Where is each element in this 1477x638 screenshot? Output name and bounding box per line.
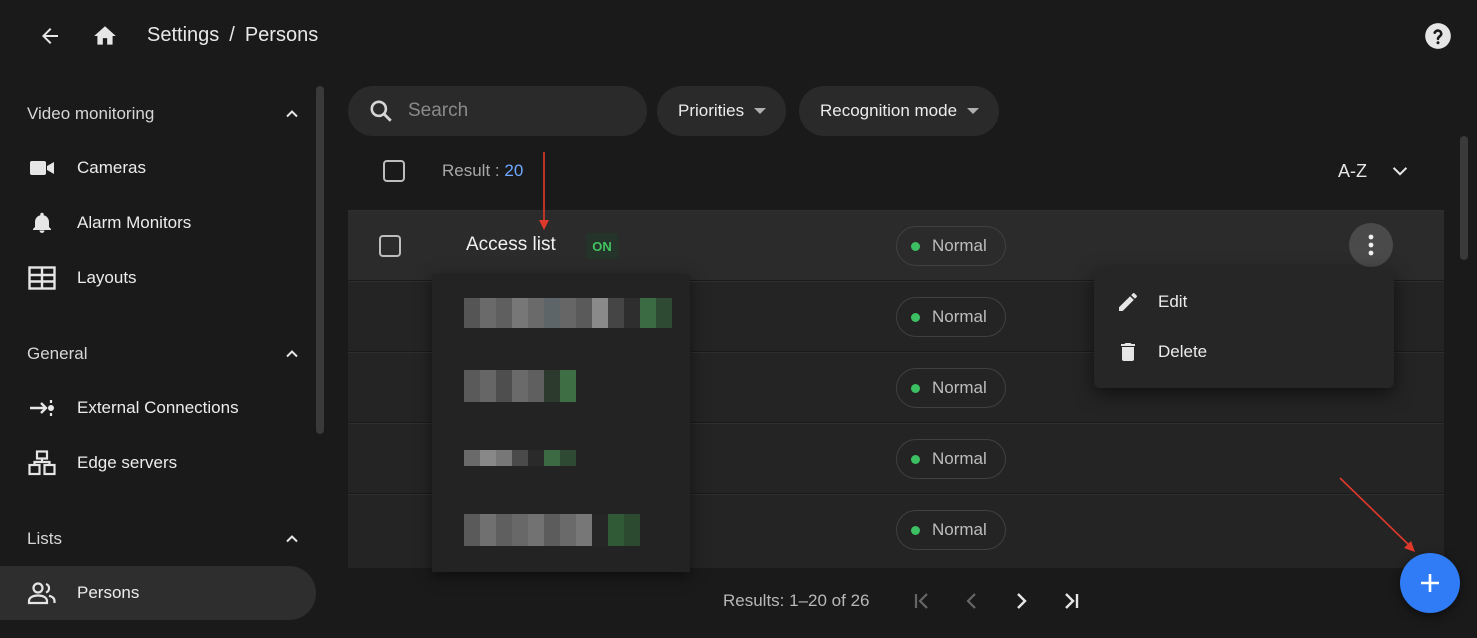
grid-layout-icon	[27, 263, 57, 293]
status-dot	[911, 383, 920, 393]
sidebar-item-label: Layouts	[77, 268, 137, 287]
connection-arrow-icon	[27, 393, 57, 423]
select-all-checkbox[interactable]	[383, 160, 405, 182]
sidebar-item-edge-servers[interactable]: Edge servers	[0, 436, 316, 490]
recognition-mode-filter[interactable]: Recognition mode	[799, 86, 1000, 136]
sidebar-item-cameras[interactable]: Cameras	[0, 141, 316, 195]
section-lists[interactable]: Lists	[27, 524, 302, 554]
section-video-monitoring[interactable]: Video monitoring	[27, 99, 302, 129]
more-options-button[interactable]	[1349, 223, 1393, 267]
sidebar-item-label: Persons	[77, 583, 140, 602]
menu-item-delete[interactable]: Delete	[1094, 328, 1394, 376]
next-page-button[interactable]	[1004, 584, 1038, 618]
camera-icon	[27, 153, 57, 183]
chevron-down-icon	[1392, 167, 1408, 176]
sidebar-item-persons[interactable]: Persons	[0, 566, 316, 620]
bell-icon	[27, 208, 57, 238]
search-box[interactable]	[348, 86, 647, 136]
last-page-button[interactable]	[1054, 584, 1088, 618]
status-badge: ON	[586, 233, 618, 259]
breadcrumb: Settings / Persons	[147, 24, 318, 47]
menu-item-label: Edit	[1158, 292, 1188, 311]
status-chip: Normal	[896, 510, 1006, 550]
pagination-summary: Results: 1–20 of 26	[723, 591, 870, 610]
chevron-up-icon	[286, 535, 298, 543]
section-general[interactable]: General	[27, 339, 302, 369]
status-label: Normal	[932, 520, 987, 539]
people-icon	[27, 578, 57, 608]
first-page-icon	[914, 593, 928, 609]
pencil-icon	[1119, 293, 1137, 311]
chevron-left-icon	[966, 593, 976, 609]
more-vertical-icon	[1368, 234, 1374, 256]
status-chip: Normal	[896, 297, 1006, 337]
first-page-button[interactable]	[905, 584, 939, 618]
content-scrollbar[interactable]	[1460, 136, 1468, 260]
sidebar-scrollbar[interactable]	[316, 86, 324, 434]
server-network-icon	[27, 448, 57, 478]
redacted-name	[464, 450, 576, 466]
sort-dropdown[interactable]: A-Z	[1338, 160, 1411, 182]
redacted-names-panel	[432, 274, 690, 572]
status-label: Normal	[932, 307, 987, 326]
result-number: 20	[504, 161, 524, 180]
status-chip: Normal	[896, 368, 1006, 408]
chevron-up-icon	[286, 110, 298, 118]
sidebar-item-external-connections[interactable]: External Connections	[0, 381, 316, 435]
status-dot	[911, 241, 920, 251]
sidebar-item-label: External Connections	[77, 398, 239, 417]
sidebar-item-label: Alarm Monitors	[77, 213, 192, 232]
dropdown-caret-icon	[754, 108, 767, 114]
result-count: Result : 20	[442, 161, 523, 181]
status-label: Normal	[932, 236, 987, 255]
status-dot	[911, 525, 920, 535]
sidebar-item-label: Edge servers	[77, 453, 178, 472]
search-icon	[370, 100, 392, 122]
last-page-icon	[1065, 593, 1079, 609]
redacted-name	[464, 370, 576, 402]
status-chip: Normal	[896, 226, 1006, 266]
result-label: Result :	[442, 161, 505, 180]
help-icon[interactable]	[1418, 16, 1458, 56]
plus-icon	[1421, 574, 1439, 592]
status-label: Normal	[932, 378, 987, 397]
status-dot	[911, 454, 920, 464]
chevron-up-icon	[286, 350, 298, 358]
menu-item-edit[interactable]: Edit	[1094, 278, 1394, 326]
back-arrow-icon[interactable]	[30, 16, 70, 56]
trash-icon	[1121, 343, 1135, 361]
priorities-filter[interactable]: Priorities	[657, 86, 787, 136]
sidebar-item-alarm-monitors[interactable]: Alarm Monitors	[0, 196, 316, 250]
section-title: Video monitoring	[27, 104, 155, 123]
redacted-name	[464, 298, 672, 328]
menu-item-label: Delete	[1158, 342, 1208, 361]
row-name: Access list	[466, 234, 556, 255]
sidebar-item-layouts[interactable]: Layouts	[0, 251, 316, 305]
redacted-name	[464, 514, 640, 546]
section-title: Lists	[27, 529, 62, 548]
breadcrumb-separator: /	[229, 24, 235, 46]
previous-page-button[interactable]	[955, 584, 989, 618]
status-chip: Normal	[896, 439, 1006, 479]
home-icon[interactable]	[85, 16, 125, 56]
row-checkbox[interactable]	[379, 235, 401, 257]
breadcrumb-settings[interactable]: Settings	[147, 24, 219, 47]
sidebar-item-label: Cameras	[77, 158, 146, 177]
top-bar: Settings / Persons	[0, 0, 1477, 72]
priorities-label: Priorities	[678, 101, 745, 120]
sidebar: Video monitoring Cameras Alarm Monitors …	[0, 84, 330, 638]
sort-label: A-Z	[1338, 160, 1367, 181]
add-person-button[interactable]	[1400, 553, 1460, 613]
status-dot	[911, 312, 920, 322]
dropdown-caret-icon	[967, 108, 980, 114]
chevron-right-icon	[1017, 593, 1027, 609]
search-input[interactable]	[408, 100, 628, 122]
status-label: Normal	[932, 449, 987, 468]
recognition-mode-label: Recognition mode	[820, 101, 958, 120]
breadcrumb-persons: Persons	[244, 24, 319, 46]
section-title: General	[27, 344, 88, 363]
context-menu: Edit Delete	[1094, 268, 1394, 388]
